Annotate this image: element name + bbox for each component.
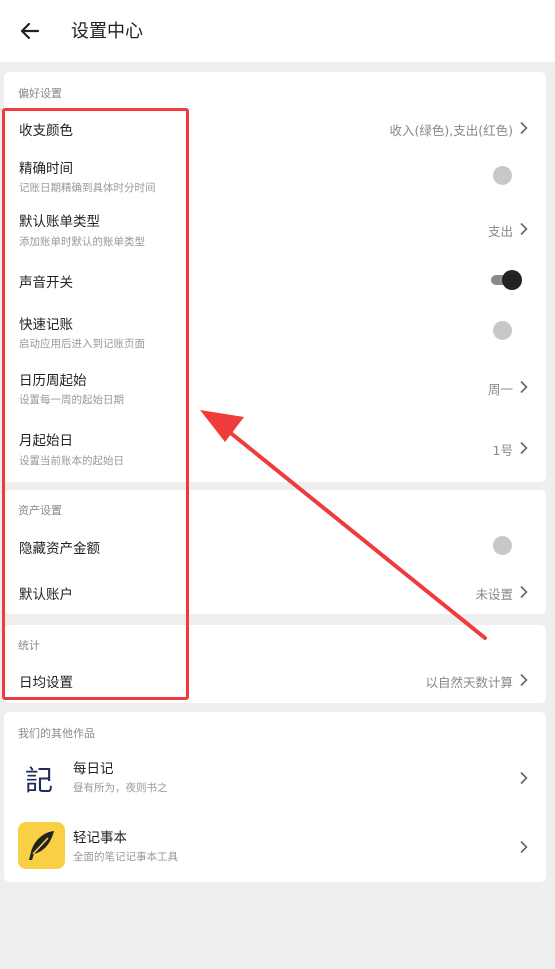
annotation-arrow-icon xyxy=(200,410,487,640)
